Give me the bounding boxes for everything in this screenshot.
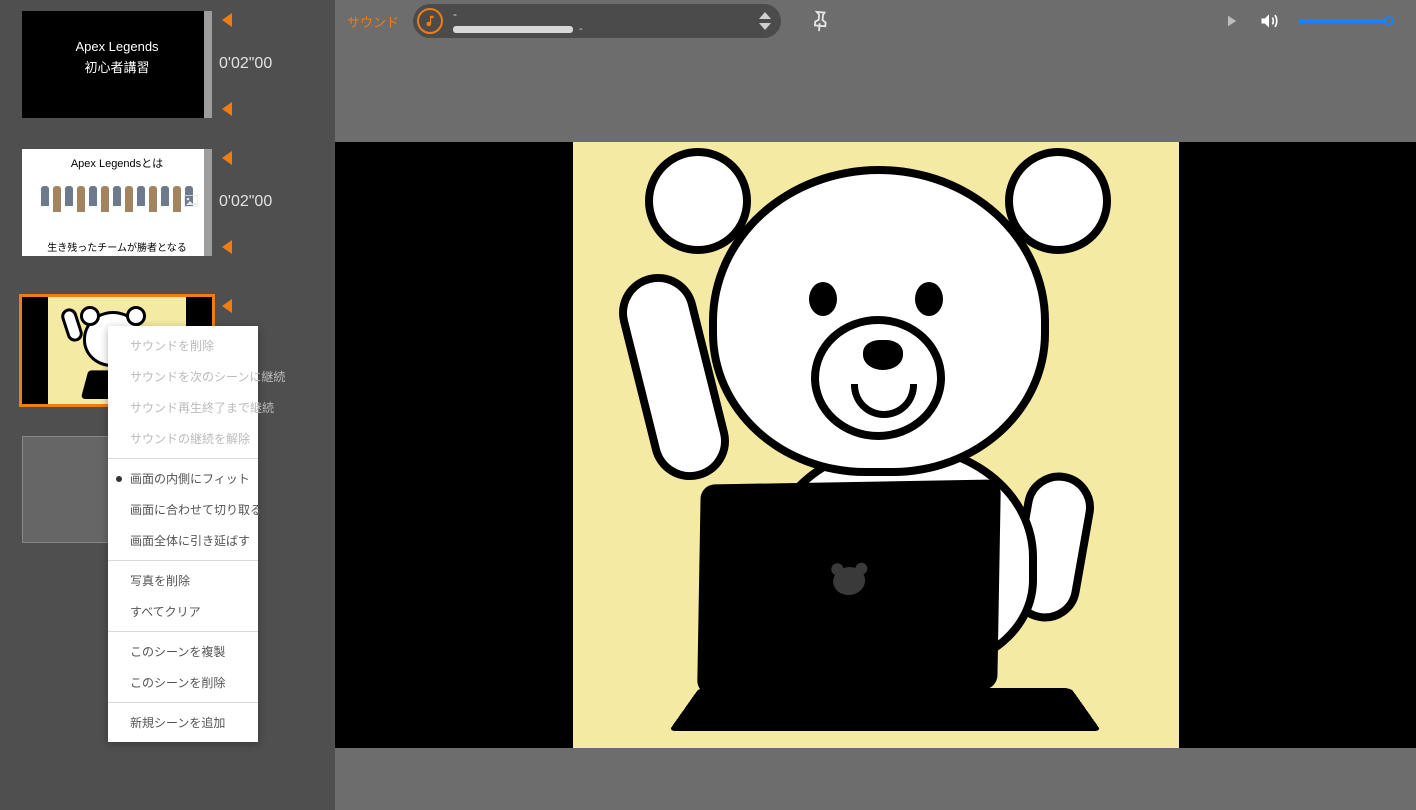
scene-row[interactable]: Apex Legendsとは 生き残ったチームが勝者となる 0'02"00 xyxy=(0,128,335,276)
menu-item-duplicate-scene[interactable]: このシーンを複製 xyxy=(108,636,258,667)
sound-text: - - xyxy=(453,7,747,35)
chevron-up-icon[interactable] xyxy=(759,12,771,19)
sound-selector[interactable]: - - xyxy=(413,4,781,38)
toolbar: サウンド - - xyxy=(335,0,1416,42)
marker-in-icon[interactable] xyxy=(222,13,232,27)
preview-content xyxy=(573,142,1179,748)
laptop-screen xyxy=(697,479,1001,694)
bear-nose xyxy=(863,340,903,370)
app-root: Apex Legends 初心者講習 0'02"00 Apex xyxy=(0,0,1416,810)
menu-item-delete-scene[interactable]: このシーンを削除 xyxy=(108,667,258,698)
bear-eye-left xyxy=(809,282,837,316)
laptop-logo-icon xyxy=(825,567,872,608)
main-area: サウンド - - xyxy=(335,0,1416,810)
marker-in-icon[interactable] xyxy=(222,299,232,313)
menu-item-stretch-full[interactable]: 画面全体に引き延ばす xyxy=(108,525,258,556)
sound-subtitle: - xyxy=(579,23,583,35)
scene-thumbnail[interactable]: Apex Legends 初心者講習 xyxy=(22,11,212,118)
marker-out-icon[interactable] xyxy=(222,240,232,254)
menu-item-continue-sound-next: サウンドを次のシーンに継続 xyxy=(108,361,258,392)
thumb-title-line: Apex Legends xyxy=(75,39,158,54)
scene-duration: 0'02"00 xyxy=(219,193,335,211)
menu-item-cancel-sound-continue: サウンドの継続を解除 xyxy=(108,423,258,454)
music-icon xyxy=(417,8,443,34)
thumb-overlay-text: 生き残ったチームが勝者となる xyxy=(22,239,212,254)
sound-label: サウンド xyxy=(347,12,399,31)
scene-meta: 0'02"00 xyxy=(222,11,335,118)
scene-list: Apex Legends 初心者講習 0'02"00 Apex xyxy=(0,0,335,810)
menu-item-fit-inside[interactable]: 画面の内側にフィット xyxy=(108,463,258,494)
scene-row[interactable]: Apex Legends 初心者講習 0'02"00 xyxy=(0,0,335,128)
volume-thumb[interactable] xyxy=(1384,16,1394,26)
volume-slider[interactable] xyxy=(1298,19,1390,23)
menu-item-crop-to-screen[interactable]: 画面に合わせて切り取る xyxy=(108,494,258,525)
image-icon xyxy=(184,194,198,210)
menu-item-add-new-scene[interactable]: 新規シーンを追加 xyxy=(108,707,258,738)
bear-muzzle xyxy=(811,316,945,440)
chevron-down-icon[interactable] xyxy=(759,23,771,30)
thumb-title-line: 初心者講習 xyxy=(84,57,149,76)
bear-mouth xyxy=(851,384,917,418)
sound-progress-bar xyxy=(453,26,573,33)
play-icon[interactable] xyxy=(1222,12,1240,30)
sound-stepper xyxy=(759,12,771,30)
scene-context-menu: サウンドを削除 サウンドを次のシーンに継続 サウンド再生終了まで継続 サウンドの… xyxy=(108,326,258,742)
preview-stage[interactable] xyxy=(335,142,1416,748)
pin-icon[interactable] xyxy=(805,3,840,39)
marker-in-icon[interactable] xyxy=(222,151,232,165)
scene-duration: 0'02"00 xyxy=(219,55,335,73)
scene-thumbnail[interactable]: Apex Legendsとは 生き残ったチームが勝者となる xyxy=(22,149,212,256)
bullet-icon xyxy=(116,476,122,482)
menu-item-clear-all[interactable]: すべてクリア xyxy=(108,596,258,627)
laptop-base xyxy=(668,688,1100,731)
thumb-side-strip xyxy=(204,149,212,256)
menu-item-delete-photo[interactable]: 写真を削除 xyxy=(108,565,258,596)
thumb-overlay-text: Apex Legendsとは xyxy=(22,155,212,171)
scene-meta: 0'02"00 xyxy=(222,149,335,256)
stage-wrap xyxy=(335,42,1416,810)
thumb-side-strip xyxy=(204,11,212,118)
volume-icon[interactable] xyxy=(1258,11,1280,31)
sound-title: - xyxy=(453,7,457,21)
marker-out-icon[interactable] xyxy=(222,102,232,116)
bear-eye-right xyxy=(915,282,943,316)
menu-item-remove-sound: サウンドを削除 xyxy=(108,330,258,361)
menu-item-continue-sound-end: サウンド再生終了まで継続 xyxy=(108,392,258,423)
